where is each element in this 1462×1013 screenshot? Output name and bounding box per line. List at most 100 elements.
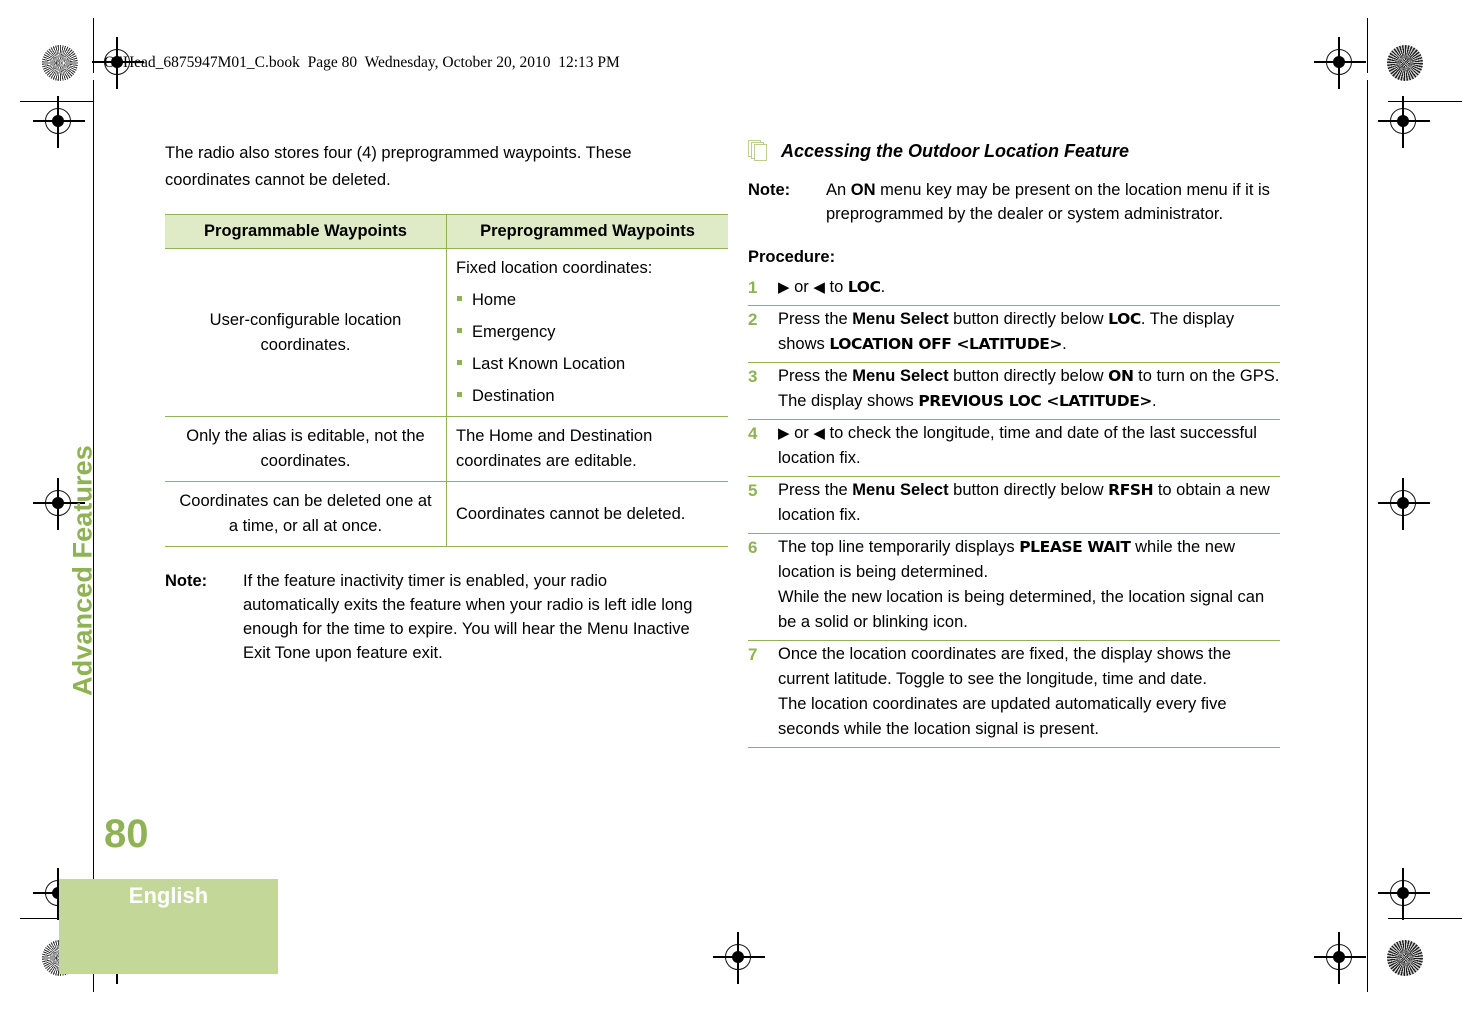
table-header-programmable: Programmable Waypoints — [165, 214, 447, 249]
left-column: The radio also stores four (4) preprogra… — [165, 140, 728, 665]
list-item: Emergency — [456, 321, 719, 343]
step-text-segment: Press the — [778, 310, 853, 328]
list-item-label: Destination — [472, 387, 555, 405]
step-number: 7 — [748, 645, 758, 664]
section-title: Accessing the Outdoor Location Feature — [781, 140, 1130, 161]
step-text: Press the Menu Select button directly be… — [778, 307, 1280, 357]
radio-display-text: PREVIOUS LOC <LATITUDE> — [918, 392, 1152, 410]
waypoints-table: Programmable Waypoints Preprogrammed Way… — [165, 214, 728, 547]
step-text-segment: button directly below — [948, 367, 1109, 385]
radio-display-text: PLEASE WAIT — [1019, 538, 1131, 556]
arrow-left-icon: ◀ — [813, 279, 825, 296]
step-text-segment: . — [1062, 335, 1067, 353]
radio-display-text: RFSH — [1108, 481, 1154, 499]
bullet-dot-icon — [457, 360, 462, 365]
step-number: 4 — [748, 424, 758, 443]
bullet-dot-icon — [457, 328, 462, 333]
radio-display-text: ON — [1108, 367, 1134, 385]
stacked-pages-icon — [748, 140, 770, 162]
table-cell-col1: Coordinates can be deleted one at a time… — [165, 481, 447, 547]
note-text: If the feature inactivity timer is enabl… — [243, 572, 693, 662]
table-cell-col2: The Home and Destination coordinates are… — [446, 416, 728, 482]
radio-display-text: LOCATION OFF <LATITUDE> — [829, 335, 1063, 353]
crop-mark-v-left-top — [93, 18, 95, 73]
step-text: ▶ or ◀ to check the longitude, time and … — [778, 421, 1280, 471]
list-item-label: Last Known Location — [472, 355, 626, 373]
table-row: Only the alias is editable, not the coor… — [165, 416, 728, 482]
procedure-step: 4 ▶ or ◀ to check the longitude, time and… — [748, 420, 1280, 477]
registration-target-right-lower — [1378, 868, 1430, 920]
chapter-side-label: Advanced Features — [67, 445, 98, 696]
section-heading: Accessing the Outdoor Location Feature — [748, 140, 1280, 162]
step-number: 3 — [748, 367, 758, 386]
bullet-dot-icon — [457, 392, 462, 397]
radio-display-text: LOC — [847, 278, 881, 296]
step-text-segment: button directly below — [948, 310, 1109, 328]
registration-target-top-right — [1314, 37, 1366, 89]
note-text-after: menu key may be present on the location … — [826, 181, 1270, 223]
step-text-segment: Press the — [778, 367, 853, 385]
procedure-step: 2 Press the Menu Select button directly b… — [748, 306, 1280, 363]
note-text: An ON menu key may be present on the loc… — [826, 178, 1280, 226]
step-text: Press the Menu Select button directly be… — [778, 478, 1280, 528]
note-label: Note: — [165, 572, 208, 590]
procedure-label: Procedure: — [748, 248, 836, 266]
registration-target-bottom-right — [1314, 932, 1366, 984]
step-text-segment: While the new location is being determin… — [778, 588, 1265, 631]
step-text-segment: to check the longitude, time and date of… — [778, 424, 1257, 467]
list-item-label: Emergency — [472, 323, 556, 341]
list-item-label: Home — [472, 291, 517, 309]
registration-target-right-upper — [1378, 96, 1430, 148]
table-row: User-configurable location coordinates. … — [165, 248, 728, 417]
registration-target-left-upper — [33, 96, 85, 148]
note-bold-term: ON — [850, 181, 876, 199]
language-label: English — [128, 883, 209, 908]
crop-mark-h-right-bottom — [1388, 918, 1462, 920]
list-item: Last Known Location — [456, 353, 719, 375]
step-text-segment: to — [824, 278, 848, 296]
procedure-step: 5 Press the Menu Select button directly b… — [748, 477, 1280, 534]
procedure-steps: 1 ▶ or ◀ to LOC. 2 Press the Menu Select bu… — [748, 275, 1280, 748]
left-note: Note: If the feature inactivity timer is… — [165, 569, 697, 665]
step-text-segment: or — [789, 278, 814, 296]
step-text-segment: . — [880, 278, 886, 296]
star-target-top-left — [42, 45, 78, 81]
list-item: Home — [456, 289, 719, 311]
crop-mark-v-right-top — [1367, 18, 1369, 73]
right-note: Note: An ON menu key may be present on t… — [748, 178, 1280, 226]
ui-term: Menu Select — [852, 367, 949, 385]
table-header-row: Programmable Waypoints Preprogrammed Way… — [165, 214, 728, 249]
page-edge-rule-right — [1367, 80, 1369, 940]
step-text: Press the Menu Select button directly be… — [778, 364, 1280, 414]
step-text: The top line temporarily displays PLEASE… — [778, 535, 1280, 635]
step-number: 6 — [748, 538, 758, 557]
step-number: 2 — [748, 310, 758, 329]
procedure-step: 7 Once the location coordinates are fixed… — [748, 641, 1280, 748]
table-cell-col2: Fixed location coordinates: Home Emergen… — [446, 248, 728, 417]
fixed-coordinates-list: Home Emergency Last Known Location Desti… — [456, 289, 719, 407]
arrow-right-icon: ▶ — [778, 425, 790, 442]
star-target-bottom-right — [1387, 940, 1423, 976]
arrow-right-icon: ▶ — [778, 279, 790, 296]
table-row: Coordinates can be deleted one at a time… — [165, 481, 728, 547]
ui-term: Menu Select — [852, 310, 949, 328]
step-text-segment: or — [789, 424, 814, 442]
step-text-segment: button directly below — [948, 481, 1109, 499]
step-text-segment: Once the location coordinates are fixed,… — [778, 645, 1232, 688]
crop-mark-h-right-top — [1388, 101, 1462, 103]
header-slug: O5Head_6875947M01_C.book Page 80 Wednesd… — [104, 54, 620, 71]
step-text: ▶ or ◀ to LOC. — [778, 275, 1280, 300]
radio-display-text: LOC — [1108, 310, 1141, 328]
table-cell-col1: User-configurable location coordinates. — [165, 248, 447, 417]
right-column: Accessing the Outdoor Location Feature N… — [748, 140, 1280, 748]
registration-target-bottom-center — [713, 932, 765, 984]
procedure-step: 6 The top line temporarily displays PLEAS… — [748, 534, 1280, 641]
step-text-segment: The location coordinates are updated aut… — [778, 695, 1227, 738]
fixed-coordinates-label: Fixed location coordinates: — [456, 259, 653, 277]
note-text-before: An — [826, 181, 851, 199]
page-number: 80 — [104, 812, 149, 856]
procedure-step: 1 ▶ or ◀ to LOC. — [748, 275, 1280, 306]
note-label: Note: — [748, 181, 791, 199]
step-number: 1 — [748, 278, 758, 297]
list-item: Destination — [456, 385, 719, 407]
